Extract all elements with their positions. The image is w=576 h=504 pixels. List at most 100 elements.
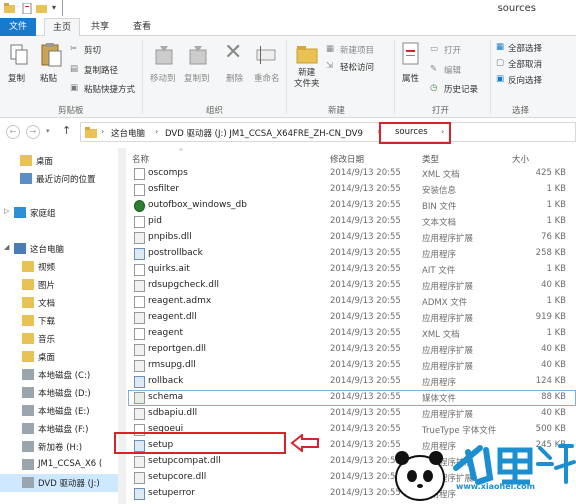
- file-row[interactable]: quirks.ait 2014/9/13 20:55 AIT 文件 1 KB: [128, 262, 576, 278]
- file-row[interactable]: osfilter 2014/9/13 20:55 安装信息 1 KB: [128, 182, 576, 198]
- tab-share[interactable]: 共享: [86, 18, 114, 36]
- dll-file-icon: [134, 408, 145, 420]
- nav-item-music[interactable]: 音乐: [0, 330, 118, 348]
- column-type[interactable]: 类型: [422, 153, 439, 165]
- file-date: 2014/9/13 20:55: [330, 200, 401, 210]
- recent-locations-icon[interactable]: ▾: [46, 127, 50, 135]
- file-name: rmsupg.dll: [148, 360, 196, 370]
- file-row[interactable]: rmsupg.dll 2014/9/13 20:55 应用程序扩展 40 KB: [128, 358, 576, 374]
- nav-item-documents[interactable]: 文档: [0, 294, 118, 312]
- nav-item-desktop[interactable]: 桌面: [0, 152, 118, 170]
- up-arrow-icon[interactable]: ↑: [62, 124, 71, 137]
- chevron-right-icon[interactable]: ›: [155, 127, 158, 136]
- nav-item-pictures[interactable]: 图片: [0, 276, 118, 294]
- file-name: pid: [148, 216, 162, 226]
- edit-label: 编辑: [444, 66, 462, 76]
- nav-item-label: 家庭组: [30, 209, 56, 219]
- tab-view[interactable]: 查看: [128, 18, 156, 36]
- file-row[interactable]: reagent 2014/9/13 20:55 XML 文档 1 KB: [128, 326, 576, 342]
- column-size[interactable]: 大小: [512, 153, 529, 165]
- watermark-url: www.xiaohei.com: [456, 482, 535, 491]
- file-row[interactable]: reagent.dll 2014/9/13 20:55 应用程序扩展 919 KB: [128, 310, 576, 326]
- tab-file[interactable]: 文件: [0, 18, 36, 36]
- file-icon: [134, 296, 145, 308]
- chevron-right-icon[interactable]: ›: [441, 127, 444, 136]
- delete-label: 删除: [226, 74, 244, 84]
- file-row[interactable]: schema 2014/9/13 20:55 媒体文件 88 KB: [128, 390, 576, 406]
- file-row[interactable]: pid 2014/9/13 20:55 文本文档 1 KB: [128, 214, 576, 230]
- file-row[interactable]: oscomps 2014/9/13 20:55 XML 文档 425 KB: [128, 166, 576, 182]
- new-item-label: 新建项目: [340, 46, 375, 56]
- file-date: 2014/9/13 20:55: [330, 312, 401, 322]
- file-size: 40 KB: [541, 280, 566, 290]
- file-row[interactable]: rollback 2014/9/13 20:55 应用程序 124 KB: [128, 374, 576, 390]
- breadcrumb-this-pc[interactable]: 这台电脑: [111, 127, 145, 139]
- group-separator: [142, 40, 143, 114]
- paste-label: 粘贴: [40, 74, 58, 84]
- nav-item-video[interactable]: 视频: [0, 258, 118, 276]
- address-bar: ← → ▾ ↑ › 这台电脑 › DVD 驱动器 (J:) JM1_CCSA_X…: [0, 118, 576, 146]
- copy-label: 复制: [8, 74, 26, 84]
- nav-item-homegroup[interactable]: 家庭组 ▷: [0, 204, 118, 222]
- music-icon: [22, 333, 34, 344]
- cut-icon: ✂: [70, 44, 78, 54]
- file-row[interactable]: postrollback 2014/9/13 20:55 应用程序 258 KB: [128, 246, 576, 262]
- nav-item-drive-e[interactable]: 本地磁盘 (E:): [0, 402, 118, 420]
- new-folder-quick-icon[interactable]: [36, 3, 47, 14]
- nav-item-drive-d[interactable]: 本地磁盘 (D:): [0, 384, 118, 402]
- file-size: 76 KB: [541, 232, 566, 242]
- nav-item-pc[interactable]: 这台电脑 ◢: [0, 240, 118, 258]
- tab-home[interactable]: 主页: [44, 18, 80, 37]
- file-date: 2014/9/13 20:55: [330, 216, 401, 226]
- ribbon-tabs: 文件 主页 共享 查看: [0, 18, 576, 37]
- new-folder-icon: [296, 46, 318, 64]
- nav-item-recent[interactable]: 最近访问的位置: [0, 170, 118, 188]
- address-box[interactable]: › 这台电脑 › DVD 驱动器 (J:) JM1_CCSA_X64FRE_ZH…: [80, 122, 576, 144]
- file-row[interactable]: pnpibs.dll 2014/9/13 20:55 应用程序扩展 76 KB: [128, 230, 576, 246]
- dll-file-icon: [134, 280, 145, 292]
- expand-icon[interactable]: ▷: [4, 207, 9, 215]
- file-type: ADMX 文件: [422, 298, 468, 308]
- properties-quick-icon[interactable]: [22, 3, 33, 14]
- expand-icon[interactable]: ◢: [4, 243, 9, 251]
- file-row[interactable]: reportgen.dll 2014/9/13 20:55 应用程序扩展 40 KB: [128, 342, 576, 358]
- file-row[interactable]: outofbox_windows_db 2014/9/13 20:55 BIN 文件…: [128, 198, 576, 214]
- back-button[interactable]: ←: [6, 125, 20, 139]
- column-name[interactable]: 名称: [132, 153, 149, 165]
- file-name: reagent.dll: [148, 312, 197, 322]
- chevron-right-icon[interactable]: ›: [101, 127, 104, 136]
- column-date[interactable]: 修改日期: [330, 153, 364, 165]
- move-to-icon: [155, 46, 173, 65]
- nav-item-volume-h[interactable]: 新加卷 (H:): [0, 438, 118, 456]
- breadcrumb-sources[interactable]: sources: [395, 127, 428, 137]
- nav-item-desktop2[interactable]: 桌面: [0, 348, 118, 366]
- copy-path-icon: ▤: [70, 64, 79, 74]
- file-name: reagent: [148, 328, 184, 338]
- move-to-label: 移动到: [150, 74, 176, 84]
- nav-item-drive-f[interactable]: 本地磁盘 (F:): [0, 420, 118, 438]
- nav-item-dvd-drive[interactable]: DVD 驱动器 (J:): [0, 474, 118, 492]
- file-size: 1 KB: [546, 216, 566, 226]
- paste-shortcut-icon: ▣: [70, 83, 79, 93]
- file-size: 40 KB: [541, 408, 566, 418]
- nav-item-jm1[interactable]: JM1_CCSA_X6 (: [0, 456, 118, 474]
- rename-icon: [256, 46, 276, 64]
- file-row[interactable]: reagent.admx 2014/9/13 20:55 ADMX 文件 1 KB: [128, 294, 576, 310]
- breadcrumb-dvd-drive[interactable]: DVD 驱动器 (J:) JM1_CCSA_X64FRE_ZH-CN_DV9: [165, 127, 363, 139]
- file-date: 2014/9/13 20:55: [330, 344, 401, 354]
- clipboard-group-label: 剪贴板: [58, 106, 84, 116]
- file-row[interactable]: rdsupgcheck.dll 2014/9/13 20:55 应用程序扩展 40 K…: [128, 278, 576, 294]
- nav-item-downloads[interactable]: 下载: [0, 312, 118, 330]
- file-name: pnpibs.dll: [148, 232, 192, 242]
- file-name: setupcore.dll: [148, 472, 207, 482]
- nav-item-label: 图片: [38, 281, 56, 291]
- forward-button[interactable]: →: [26, 125, 40, 139]
- file-row[interactable]: sdbapiu.dll 2014/9/13 20:55 应用程序扩展 40 KB: [128, 406, 576, 422]
- nav-item-drive-c[interactable]: 本地磁盘 (C:): [0, 366, 118, 384]
- select-all-icon: ▦: [496, 42, 505, 52]
- easy-access-label: 轻松访问: [340, 63, 375, 73]
- file-name: outofbox_windows_db: [148, 200, 247, 210]
- file-date: 2014/9/13 20:55: [330, 296, 401, 306]
- quick-access-dropdown-icon[interactable]: ▾: [52, 3, 56, 12]
- file-date: 2014/9/13 20:55: [330, 360, 401, 370]
